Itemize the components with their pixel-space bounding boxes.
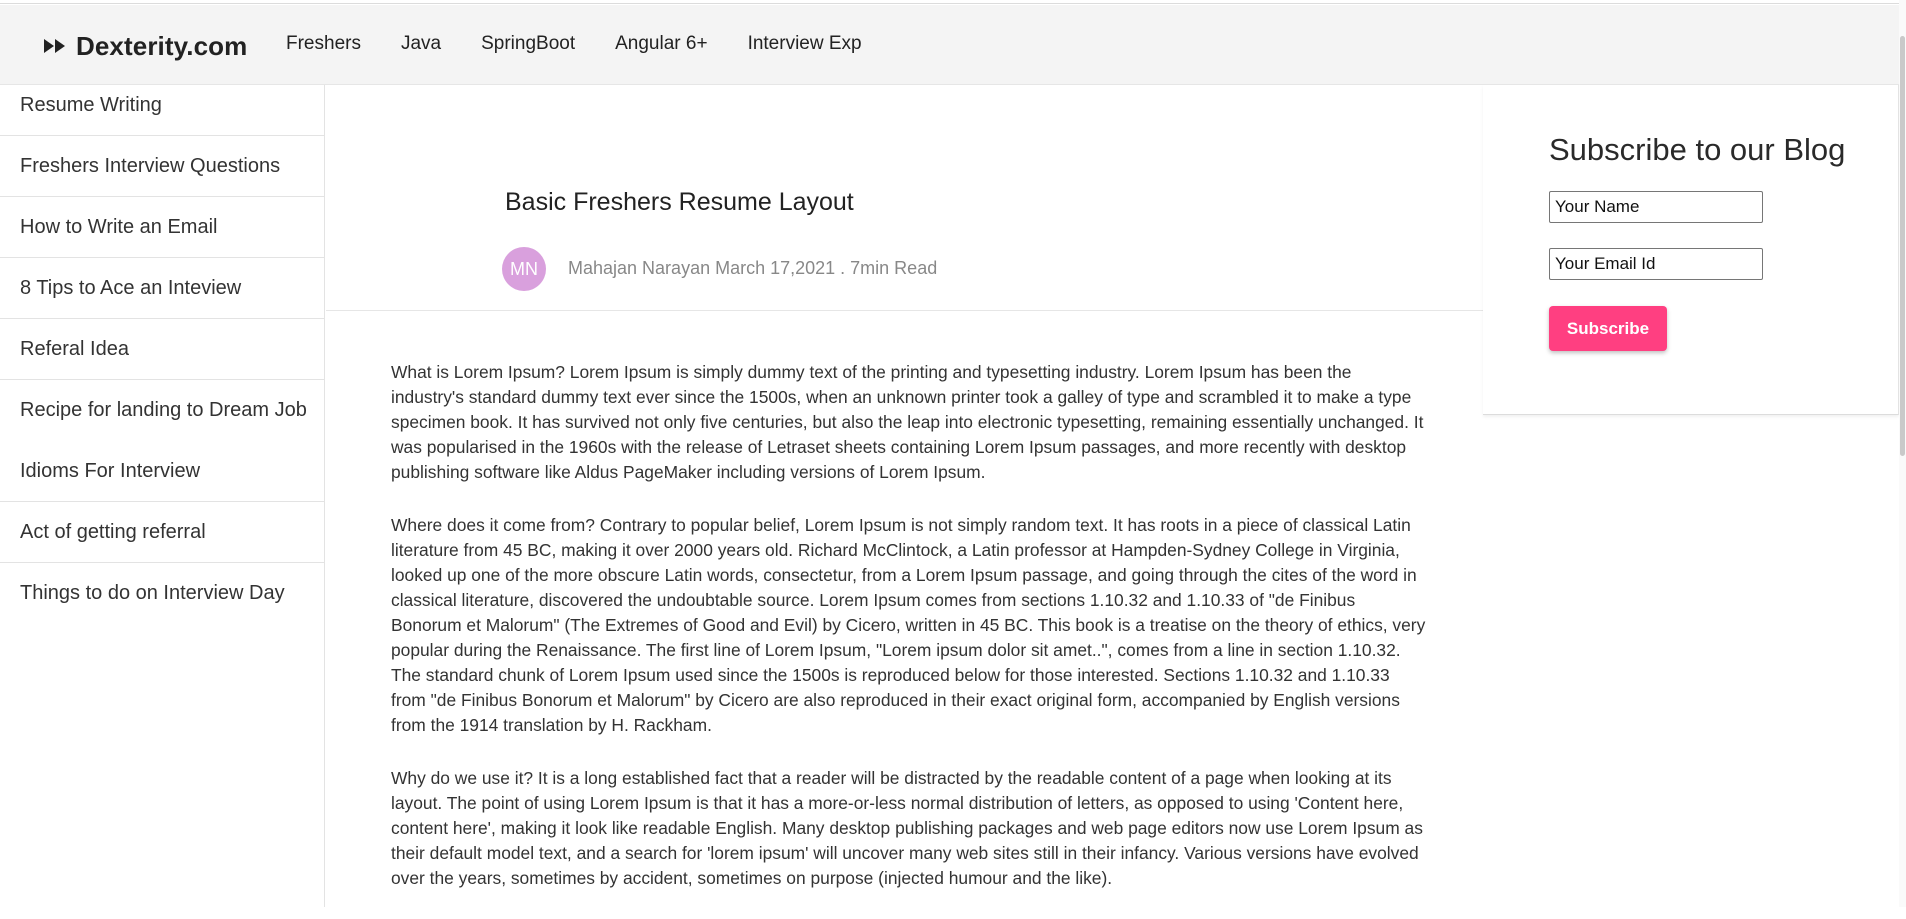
sidebar-item-referal-idea[interactable]: Referal Idea xyxy=(0,319,324,380)
sidebar-item-idioms[interactable]: Idioms For Interview xyxy=(0,441,324,502)
sidebar-item-dream-job[interactable]: Recipe for landing to Dream Job xyxy=(0,380,324,441)
article: Basic Freshers Resume Layout MN Mahajan … xyxy=(326,85,1483,907)
sidebar-item-resume-writing[interactable]: Resume Writing xyxy=(0,85,324,136)
browser-top-edge xyxy=(0,0,1906,4)
nav-link-freshers[interactable]: Freshers xyxy=(286,33,361,55)
nav-link-springboot[interactable]: SpringBoot xyxy=(481,33,575,55)
fast-forward-icon xyxy=(44,39,66,53)
sidebar: Resume Writing Freshers Interview Questi… xyxy=(0,85,325,907)
subscribe-button[interactable]: Subscribe xyxy=(1549,306,1667,351)
post-header: Basic Freshers Resume Layout MN Mahajan … xyxy=(326,85,1483,311)
post-paragraph: What is Lorem Ipsum? Lorem Ipsum is simp… xyxy=(391,362,1424,482)
top-navbar: Dexterity.com Freshers Java SpringBoot A… xyxy=(0,5,1906,85)
post-body: What is Lorem Ipsum? Lorem Ipsum is simp… xyxy=(391,360,1426,919)
nav-link-angular[interactable]: Angular 6+ xyxy=(615,33,707,55)
brand-name: Dexterity.com xyxy=(76,30,248,61)
main-nav: Freshers Java SpringBoot Angular 6+ Inte… xyxy=(286,33,862,55)
sidebar-item-freshers-interview-questions[interactable]: Freshers Interview Questions xyxy=(0,136,324,197)
brand-logo[interactable]: Dexterity.com xyxy=(44,31,247,61)
nav-link-interview-exp[interactable]: Interview Exp xyxy=(748,33,862,55)
subscribe-panel: Subscribe to our Blog Subscribe xyxy=(1483,85,1899,415)
sidebar-item-tips-interview[interactable]: 8 Tips to Ace an Inteview xyxy=(0,258,324,319)
name-field[interactable] xyxy=(1549,191,1763,223)
email-field[interactable] xyxy=(1549,248,1763,280)
avatar: MN xyxy=(502,247,546,291)
post-meta: Mahajan Narayan March 17,2021 . 7min Rea… xyxy=(568,258,938,278)
sidebar-item-interview-day[interactable]: Things to do on Interview Day xyxy=(0,563,324,624)
sidebar-item-getting-referral[interactable]: Act of getting referral xyxy=(0,502,324,563)
post-paragraph: Where does it come from? Contrary to pop… xyxy=(391,515,1426,735)
post-title: Basic Freshers Resume Layout xyxy=(505,188,854,216)
subscribe-title: Subscribe to our Blog xyxy=(1549,132,1846,167)
scrollbar[interactable] xyxy=(1899,0,1906,907)
scrollbar-thumb[interactable] xyxy=(1900,36,1905,456)
sidebar-item-write-email[interactable]: How to Write an Email xyxy=(0,197,324,258)
post-paragraph: Why do we use it? It is a long establish… xyxy=(391,768,1423,888)
nav-link-java[interactable]: Java xyxy=(401,33,441,55)
